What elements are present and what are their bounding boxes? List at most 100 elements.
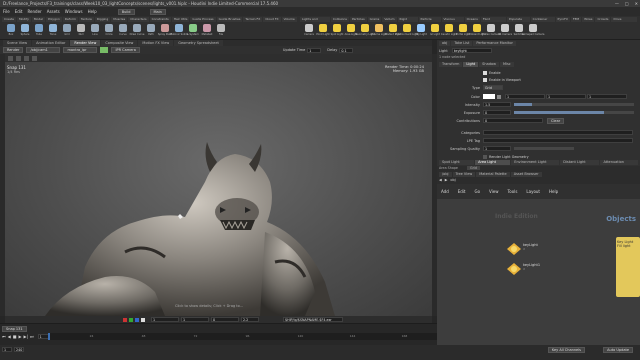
shelf-tab-wires[interactable]: Wires — [582, 17, 595, 22]
key-all-channels-button[interactable]: Key All Channels — [547, 347, 585, 353]
exposure-slider[interactable] — [514, 111, 634, 114]
time-cursor[interactable] — [48, 333, 50, 340]
network-editor[interactable]: Indie Edition Objects keyLight rl keyLig… — [437, 199, 640, 345]
network-menu-tools[interactable]: Tools — [508, 189, 518, 194]
tab-environment-light-options[interactable]: Environment Light Options — [511, 160, 560, 165]
tool-draw-curve[interactable]: Draw Curve — [130, 24, 144, 36]
tool-environment-light[interactable]: Environment Light — [396, 24, 419, 36]
tool-gamepad-camera[interactable]: Gamepad Camera — [522, 24, 544, 36]
tab-performance-monitor[interactable]: Performance Monitor — [473, 41, 516, 46]
tool-grid[interactable]: Grid — [60, 24, 74, 36]
shelf-tab-fluid-containers[interactable]: Fluid Containers — [480, 17, 506, 22]
shelf-tab-guide-process[interactable]: Guide Process — [190, 17, 216, 22]
tool-torus[interactable]: Torus — [46, 24, 60, 36]
intensity-field[interactable]: 1.5 — [483, 102, 511, 107]
network-menu-layout[interactable]: Layout — [526, 189, 540, 194]
step-forward-icon[interactable]: ▶| — [24, 334, 28, 339]
shelf-tab-texture[interactable]: Texture — [78, 17, 94, 22]
color-g-field[interactable]: 1 — [546, 94, 586, 99]
shelf-tab-fem[interactable]: FEM — [570, 17, 582, 22]
tool-circle[interactable]: Circle — [102, 24, 116, 36]
node-name-field[interactable]: keylight — [451, 48, 492, 53]
shelf-tab-deform[interactable]: Deform — [62, 17, 78, 22]
subtab-shadow[interactable]: Shadow — [479, 62, 499, 67]
output-path-field[interactable]: $HIP/ip/$SNAPNAME.$F4.exr — [283, 317, 343, 322]
type-select[interactable]: Grid — [483, 85, 503, 90]
close-button[interactable]: ✕ — [635, 0, 638, 7]
tab-area-light-options[interactable]: Area Light Options — [475, 160, 511, 165]
color-b-field[interactable]: 1 — [587, 94, 627, 99]
network-menu-add[interactable]: Add — [441, 189, 449, 194]
tool-volume-light[interactable]: Volume Light — [371, 24, 387, 36]
tool-spot-light[interactable]: Spot Light — [330, 24, 344, 36]
clear-button[interactable]: Clear — [547, 117, 565, 124]
network-menu-go[interactable]: Go — [475, 189, 481, 194]
tool-tube[interactable]: Tube — [32, 24, 46, 36]
alpha-channel-icon[interactable] — [141, 317, 145, 322]
subtab-misc[interactable]: Misc — [499, 62, 514, 67]
network-path[interactable]: obj — [450, 178, 455, 182]
shelf-tab-terrain-fx[interactable]: Terrain FX — [243, 17, 263, 22]
tab-obj[interactable]: obj — [439, 41, 451, 46]
tab-take-list[interactable]: Take List — [451, 41, 473, 46]
tab-asset-browser[interactable]: Asset Browser — [510, 172, 542, 177]
network-menu-help[interactable]: Help — [549, 189, 558, 194]
main-desktop-button[interactable]: Main — [149, 8, 166, 15]
tool-file[interactable]: File — [214, 24, 228, 36]
shelf-tab-particles[interactable]: Particles — [349, 17, 367, 22]
shelf-tab-container-tools[interactable]: Container Tools — [530, 17, 555, 22]
shelf-tab-create[interactable]: Create — [2, 17, 16, 22]
tool-point-light[interactable]: Point Light — [316, 24, 330, 36]
shelf-tab-grains[interactable]: Grains — [367, 17, 382, 22]
jump-start-icon[interactable]: ⏮ — [2, 334, 6, 339]
menu-assets[interactable]: Assets — [47, 9, 60, 14]
shelf-tab-drive-simulation[interactable]: Drive Simulation — [611, 17, 637, 22]
menu-edit[interactable]: Edit — [15, 9, 23, 14]
tool-null[interactable]: Null — [74, 24, 88, 36]
frame-field-a[interactable]: 1 — [151, 317, 179, 322]
tool-metaball[interactable]: Metaball — [200, 24, 214, 36]
sampling-quality-field[interactable]: 1 — [483, 146, 511, 151]
grid-icon[interactable] — [8, 55, 13, 61]
shelf-tab-cloud-fx[interactable]: Cloud FX — [263, 17, 281, 22]
zoom-field[interactable]: 2.2 — [241, 317, 259, 322]
tab-tree-view[interactable]: Tree View — [452, 172, 476, 177]
shelf-tab-characters[interactable]: Characters — [128, 17, 149, 22]
shelf-tab-oceans[interactable]: Oceans — [464, 17, 480, 22]
shelf-tab-muscles[interactable]: Muscles — [111, 17, 128, 22]
frame-field-b[interactable]: 1 — [181, 317, 209, 322]
tool-caustic-light[interactable]: Caustic Light — [441, 24, 457, 36]
tab-spot-light-options[interactable]: Spot Light Options — [439, 160, 475, 165]
exposure-field[interactable]: 0 — [483, 110, 511, 115]
tab-attenuation-options[interactable]: Attenuation Options — [600, 160, 638, 165]
tool-camera[interactable]: Camera — [302, 24, 316, 36]
area-shape-select[interactable]: Grid — [467, 166, 480, 170]
tool-vr-camera[interactable]: VR Camera — [498, 24, 512, 36]
contributions-field[interactable]: 0 — [483, 118, 543, 123]
menu-file[interactable]: File — [3, 9, 10, 14]
shelf-tab-volume[interactable]: Volume — [281, 17, 297, 22]
tool-box[interactable]: Box — [4, 24, 18, 36]
menu-render[interactable]: Render — [27, 9, 41, 14]
tab-obj[interactable]: /obj — [439, 172, 452, 177]
tool-platonic-solids[interactable]: Platonic Solids — [170, 24, 188, 36]
sampling-quality-slider[interactable] — [514, 147, 574, 150]
shelf-tab-pyrofx[interactable]: PyroFX — [555, 17, 570, 22]
network-menu-edit[interactable]: Edit — [458, 189, 466, 194]
update-time-field[interactable]: 1 — [307, 47, 322, 53]
ipr-camera-button[interactable]: IPR Camera — [111, 47, 140, 53]
camera-select[interactable]: /obj/cam1 — [26, 47, 61, 53]
shelf-tab-crowds[interactable]: Crowds — [595, 17, 611, 22]
snap-bottom-label[interactable]: Snap 131 — [2, 326, 27, 332]
shelf-tab-rigging[interactable]: Rigging — [94, 17, 111, 22]
shelf-tab-model[interactable]: Model — [31, 17, 45, 22]
shelf-tab-constraints[interactable]: Constraints — [149, 17, 171, 22]
keylight1-node[interactable]: keyLight1 rl — [507, 263, 540, 276]
auto-update-button[interactable]: Auto Update — [603, 347, 633, 353]
frame-end-field[interactable]: 240 — [14, 347, 24, 352]
play-render-icon[interactable] — [100, 47, 109, 53]
subtab-light[interactable]: Light — [463, 62, 479, 67]
render-viewport[interactable]: Snap 131 1/4 Res Render Time: 0:00:24 Me… — [5, 62, 432, 316]
categories-field[interactable] — [483, 130, 633, 135]
compare-icon[interactable] — [24, 55, 29, 61]
